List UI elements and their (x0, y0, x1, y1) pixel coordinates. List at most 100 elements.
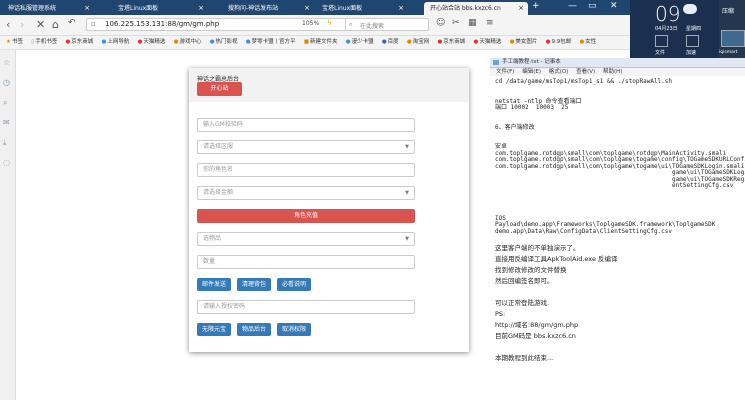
history-icon[interactable]: ↶ (68, 18, 76, 28)
caret-down-icon: ▼ (405, 190, 409, 196)
tab-bt-panel-2[interactable]: 宝塔Linux面板 × (316, 2, 408, 15)
bookmark-item[interactable]: ●百度 (382, 36, 399, 49)
clear-bag-button[interactable]: 清理背包 (237, 278, 271, 291)
tab-bt-panel-1[interactable]: 宝塔Linux面板 × (112, 2, 208, 15)
kaixin-button[interactable]: 开心站 (197, 82, 242, 96)
help-button[interactable]: 必看说明 (277, 278, 311, 291)
tab-label: 宝塔Linux面板 (118, 5, 159, 12)
grid-icon[interactable]: ▦ (468, 18, 477, 28)
chat-icon[interactable]: ◌ (3, 158, 10, 167)
amount-select[interactable]: 请选择金额 ▼ (197, 186, 415, 200)
bookmark-item[interactable]: ●淘宝网 (407, 36, 429, 49)
globe-icon: ● (345, 39, 351, 45)
tab-label: 开心站合站 bbs.kxzc6.cn (430, 5, 501, 12)
gm-password-input[interactable]: 输入GM校验码 (197, 118, 415, 132)
close-icon[interactable]: × (398, 2, 404, 15)
bookmark-item[interactable]: ●游戏中心 (174, 36, 202, 49)
back-icon[interactable]: ‹ (6, 18, 10, 31)
close-icon[interactable]: × (84, 2, 90, 15)
bookmark-item[interactable]: ●热门影视 (210, 36, 238, 49)
server-select[interactable]: 请选择区服 ▼ (197, 140, 415, 154)
bookmark-item[interactable]: ●天猫精选 (138, 36, 166, 49)
bookmark-item[interactable]: ●漫少卡盟 (346, 36, 374, 49)
desktop-icon-label: 文件 (655, 50, 666, 56)
menu-format[interactable]: 格式(O) (549, 68, 569, 76)
lightning-icon[interactable]: ϟ (327, 19, 332, 27)
menu-icon[interactable]: ≡ (486, 18, 494, 28)
caret-down-icon: ▼ (405, 144, 409, 150)
search-icon: ⌕ (349, 21, 353, 28)
clock-icon[interactable]: ◷ (3, 78, 10, 87)
menu-view[interactable]: 查看(V) (576, 68, 595, 76)
bookmark-item[interactable]: ●京东商城 (437, 36, 465, 49)
notepad-window: 手工端教程.txt - 记事本 文件(F) 编辑(E) 格式(O) 查看(V) … (490, 58, 745, 400)
tab-kxzc[interactable]: 开心站合站 bbs.kxzc6.cn × (424, 2, 528, 15)
search-input[interactable]: 在此搜索 (360, 21, 384, 30)
bookmark-item[interactable]: ●女性 (579, 36, 596, 49)
new-tab-icon[interactable]: + (532, 1, 540, 11)
bookmark-item[interactable]: ★书签 (6, 36, 23, 49)
notepad-text-area[interactable]: cd /data/game/msTop1/msTop1_s1 && ./stop… (495, 78, 745, 400)
tab-gm-system[interactable]: 神话私服管理系统 × (2, 2, 94, 15)
menu-edit[interactable]: 编辑(E) (522, 68, 541, 76)
unlimited-gold-button[interactable]: 无限元宝 (197, 323, 231, 336)
mail-icon[interactable]: ✉ (3, 118, 10, 127)
close-icon[interactable]: × (198, 2, 204, 15)
window-close-icon[interactable]: ✕ (610, 1, 618, 11)
quantity-input[interactable]: 数量 (197, 255, 415, 269)
send-mail-button[interactable]: 邮件发送 (197, 278, 231, 291)
bookmark-item[interactable]: ●梦零卡盟丨官方平 (246, 36, 296, 49)
file-icon[interactable] (655, 35, 668, 47)
maximize-icon[interactable]: ▭ (588, 1, 597, 11)
bookmark-item[interactable]: ●9.9包邮 (546, 36, 572, 49)
compress-label[interactable]: 压缩 (722, 6, 734, 15)
notepad-icon (493, 60, 499, 65)
bookmark-item[interactable]: ■新建文件夹 (304, 36, 338, 49)
tag-icon: ● (545, 39, 551, 45)
download-icon[interactable]: ⤓ (3, 138, 7, 148)
thumbnail-icon[interactable] (721, 30, 745, 47)
tab-sogou[interactable]: 搜狗问-神话发布站 × (222, 2, 314, 15)
jd-icon: ● (437, 39, 443, 45)
tmall-icon: ● (137, 39, 143, 45)
desktop-date: 04月23日 (655, 26, 678, 32)
speed-icon[interactable] (686, 35, 699, 47)
cut-icon[interactable]: ✂ (452, 18, 460, 28)
desktop-clock: 09 (655, 2, 681, 26)
text-line: 端口 10002 10003 25 (495, 104, 569, 111)
nav-bar: ‹ › ✕ ⌂ ↶ ▫ 106.225.153.131:88/gm/gm.php… (0, 15, 630, 36)
text-line: 找到修改修改的文件替换 (495, 266, 567, 274)
minimize-icon[interactable]: — (568, 1, 577, 11)
revoke-permission-button[interactable]: 取消权限 (277, 323, 311, 336)
bookmark-item[interactable]: ▯手机书签 (31, 36, 57, 49)
star-icon[interactable]: ☆ (3, 58, 10, 67)
text-line: 可以正常登陆游戏. (495, 299, 550, 307)
bookmark-item[interactable]: ●天猫精选 (474, 36, 502, 49)
close-icon[interactable]: × (518, 2, 524, 15)
search-icon[interactable]: ⌕ (3, 98, 7, 108)
menu-file[interactable]: 文件(F) (496, 68, 514, 76)
forward-icon[interactable]: › (20, 18, 24, 31)
panel-header: 神话之霸总后台 开心站 (189, 68, 469, 102)
account-icon[interactable]: ☺ (436, 18, 445, 28)
text-line: cd /data/game/msTop1/msTop1_s1 && ./stop… (495, 78, 673, 85)
text-line: 直接用反编译工具ApkToolAid.exe 反编译 (495, 255, 618, 263)
bookmark-item[interactable]: ●美女图片 (510, 36, 538, 49)
home-icon[interactable]: ⌂ (52, 18, 59, 31)
bookmark-item[interactable]: ●京东商城 (65, 36, 93, 49)
auth-password-input[interactable]: 请输入授权密码 (197, 300, 415, 314)
item-select[interactable]: 选物品 ▼ (197, 232, 415, 246)
text-line: PS: (495, 310, 506, 318)
menu-help[interactable]: 帮助(H) (603, 68, 622, 76)
item-backend-button[interactable]: 物品后台 (237, 323, 271, 336)
zoom-level[interactable]: 105% (302, 20, 319, 27)
role-name-input[interactable]: 你的角色名 (197, 163, 415, 177)
stop-icon[interactable]: ✕ (36, 18, 45, 31)
charge-button[interactable]: 角色充值 (197, 209, 415, 223)
video-icon: ● (209, 39, 215, 45)
bookmark-item[interactable]: ●上网导航 (102, 36, 130, 49)
close-icon[interactable]: × (304, 2, 310, 15)
taobao-icon: ● (406, 39, 412, 45)
baidu-icon: ● (381, 39, 387, 45)
search-box[interactable]: ⌕ 在此搜索 (345, 18, 429, 31)
